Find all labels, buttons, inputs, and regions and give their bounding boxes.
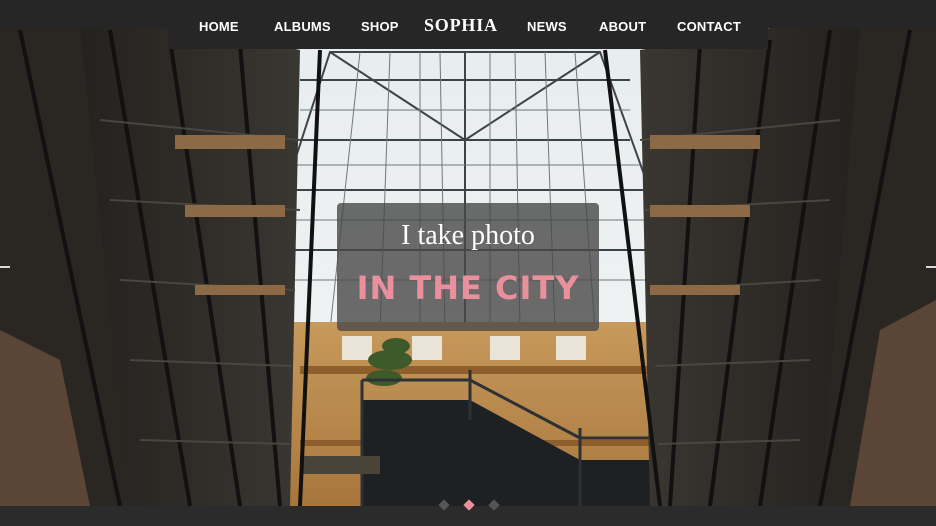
nav-item-shop[interactable]: SHOP [361,19,399,34]
site-logo[interactable]: SOPHIA [424,15,498,36]
hero-title: IN THE CITY [356,269,580,307]
nav-item-albums[interactable]: ALBUMS [274,19,331,34]
nav-item-contact[interactable]: CONTACT [677,19,741,34]
hero-caption-box: I take photo IN THE CITY [337,203,599,331]
nav-item-about[interactable]: ABOUT [599,19,646,34]
nav-item-home[interactable]: HOME [199,19,239,34]
nav-item-news[interactable]: NEWS [527,19,567,34]
hero-subtitle: I take photo [401,220,535,251]
arrow-right-icon[interactable] [922,260,936,274]
arrow-left-icon[interactable] [0,260,14,274]
